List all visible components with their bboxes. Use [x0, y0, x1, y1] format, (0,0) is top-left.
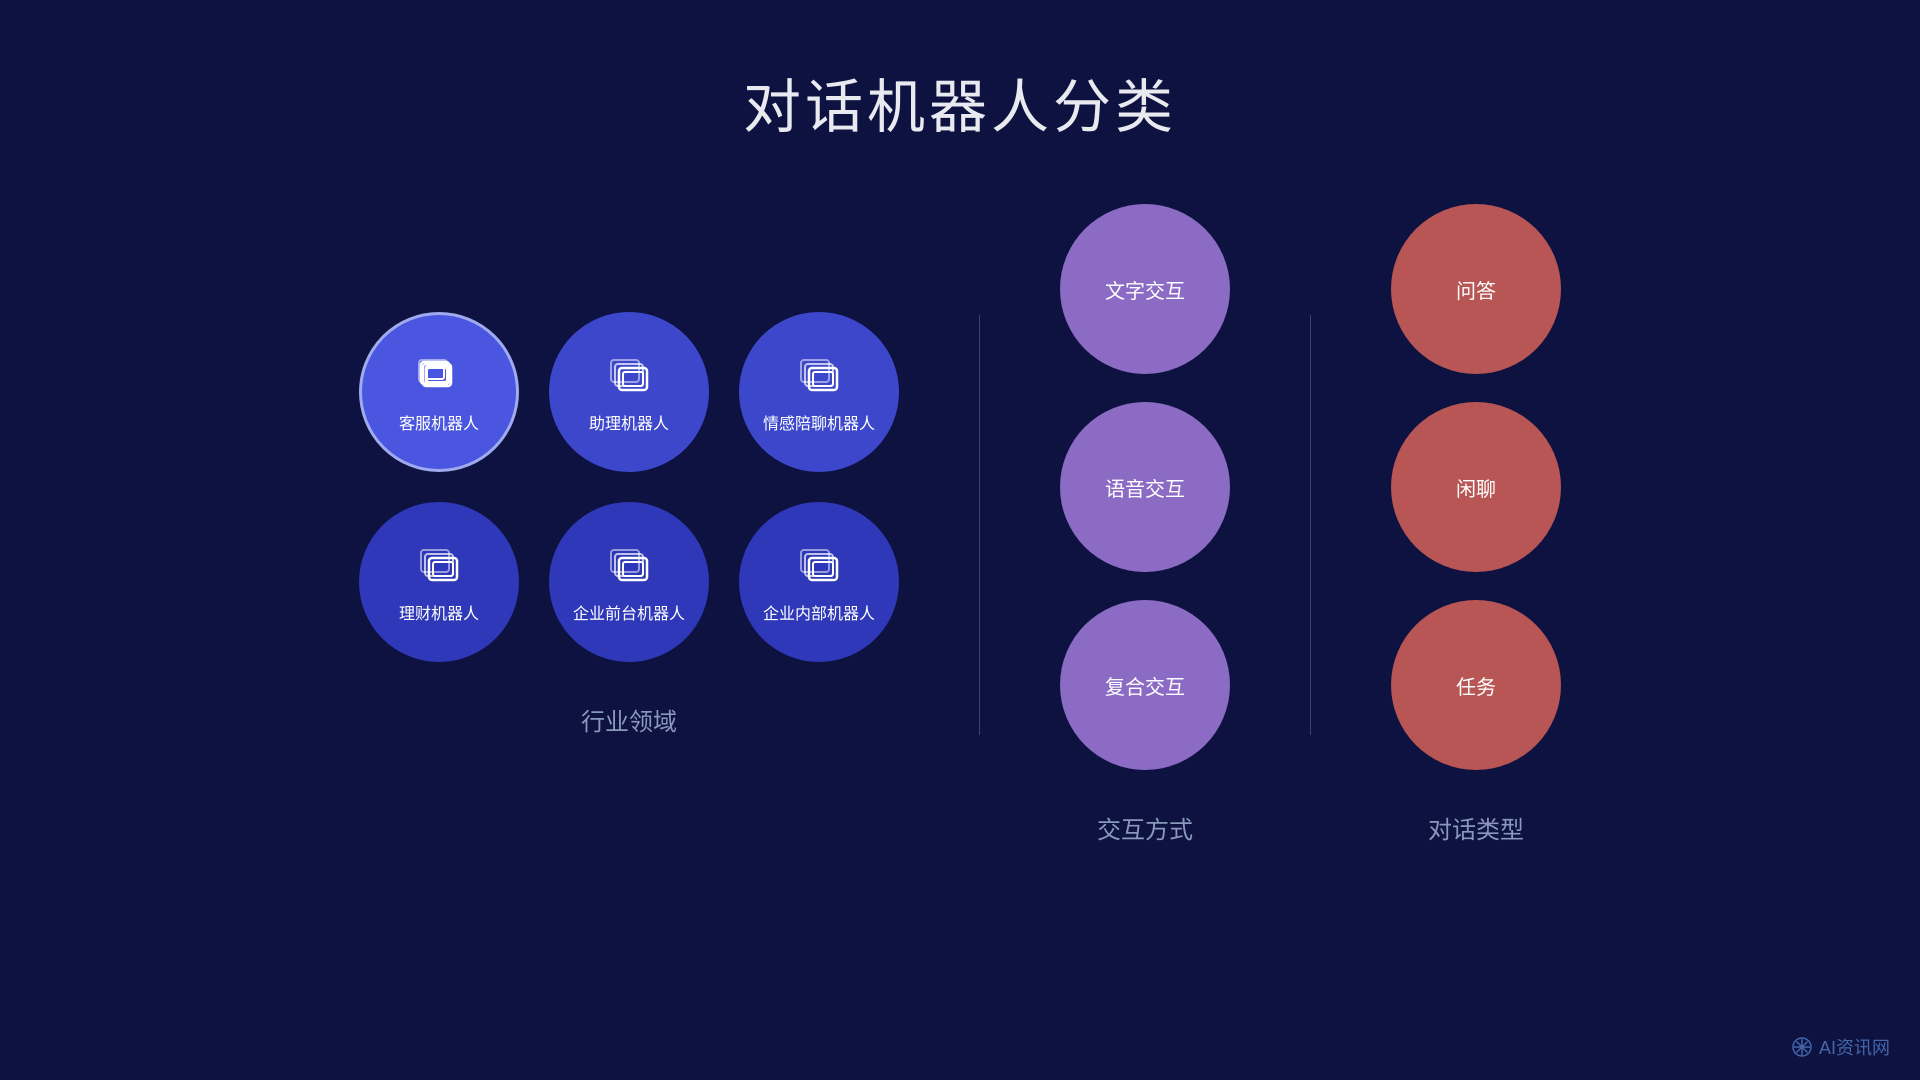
robot-icon-neibu — [793, 540, 845, 592]
circle-neibu[interactable]: 企业内部机器人 — [739, 502, 899, 662]
circle-licai[interactable]: 理财机器人 — [359, 502, 519, 662]
section-interaction: 文字交互 语音交互 复合交互 交互方式 — [1060, 204, 1230, 845]
snowflake-icon — [1791, 1036, 1813, 1058]
divider-2 — [1310, 315, 1311, 735]
section-dialog: 问答 闲聊 任务 对话类型 — [1391, 204, 1561, 845]
divider-1 — [979, 315, 980, 735]
circle-yuyin[interactable]: 语音交互 — [1060, 402, 1230, 572]
circle-zhuli[interactable]: 助理机器人 — [549, 312, 709, 472]
circle-licai-label: 理财机器人 — [399, 600, 479, 624]
circle-qiantai[interactable]: 企业前台机器人 — [549, 502, 709, 662]
circle-wenzi-label: 文字交互 — [1105, 275, 1185, 304]
circle-renwu-label: 任务 — [1456, 671, 1496, 700]
circle-neibu-label: 企业内部机器人 — [763, 600, 875, 624]
page-title: 对话机器人分类 — [0, 0, 1920, 144]
industry-grid: 客服机器人 助理机器人 情感陪聊机器人 — [359, 312, 899, 662]
circle-zhuli-label: 助理机器人 — [589, 410, 669, 434]
interaction-circles: 文字交互 语音交互 复合交互 — [1060, 204, 1230, 770]
circle-qinggan-label: 情感陪聊机器人 — [763, 410, 875, 434]
circle-kefu[interactable]: 客服机器人 — [359, 312, 519, 472]
industry-label: 行业领域 — [581, 702, 677, 737]
main-content: 客服机器人 助理机器人 情感陪聊机器人 — [0, 204, 1920, 845]
circle-fuhe-label: 复合交互 — [1105, 671, 1185, 700]
robot-icon-qinggan — [793, 350, 845, 402]
robot-icon-licai — [413, 540, 465, 592]
circle-fuhe[interactable]: 复合交互 — [1060, 600, 1230, 770]
robot-icon-zhuli — [603, 350, 655, 402]
circle-kefu-label: 客服机器人 — [399, 410, 479, 434]
dialog-circles: 问答 闲聊 任务 — [1391, 204, 1561, 770]
interaction-label: 交互方式 — [1097, 810, 1193, 845]
circle-xianliao[interactable]: 闲聊 — [1391, 402, 1561, 572]
circle-renwu[interactable]: 任务 — [1391, 600, 1561, 770]
circle-wenda-label: 问答 — [1456, 275, 1496, 304]
circle-xianliao-label: 闲聊 — [1456, 473, 1496, 502]
circle-wenzi[interactable]: 文字交互 — [1060, 204, 1230, 374]
watermark: AI资讯网 — [1791, 1034, 1890, 1060]
section-industry: 客服机器人 助理机器人 情感陪聊机器人 — [359, 312, 899, 737]
robot-icon-kefu — [413, 350, 465, 402]
robot-icon-qiantai — [603, 540, 655, 592]
circle-yuyin-label: 语音交互 — [1105, 473, 1185, 502]
circle-qiantai-label: 企业前台机器人 — [573, 600, 685, 624]
watermark-text: AI资讯网 — [1819, 1034, 1890, 1060]
circle-qinggan[interactable]: 情感陪聊机器人 — [739, 312, 899, 472]
circle-wenda[interactable]: 问答 — [1391, 204, 1561, 374]
dialog-label: 对话类型 — [1428, 810, 1524, 845]
